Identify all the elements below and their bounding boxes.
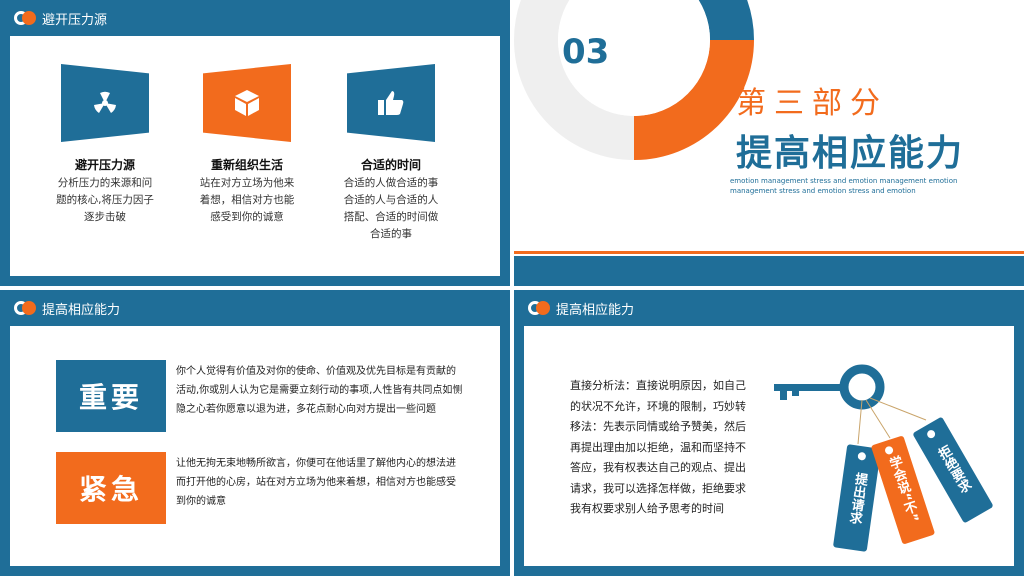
card-title: 合适的时间 [360, 158, 421, 172]
logo-icon [528, 300, 550, 316]
refusal-text: 直接分析法：直接说明原因，如自己的状况不允许，环境的限制，巧妙转移法：先表示同情… [570, 379, 746, 515]
card-title: 重新组织生活 [210, 158, 283, 172]
cube-icon [235, 90, 259, 116]
slide-avoid-stress[interactable]: 避开压力源 避开压力源 分析压力的来源和问题的核心,将压力因子逐步击破 重新组织… [0, 0, 510, 286]
card-avoid-stress: 避开压力源 分析压力的来源和问题的核心,将压力因子逐步击破 [30, 64, 180, 226]
important-text: 你个人觉得有价值及对你的使命、价值观及优先目标是有贡献的活动,你或别人认为它是需… [176, 366, 463, 415]
slide-header: 提高相应能力 [14, 298, 120, 318]
footer-bar [514, 256, 1024, 286]
slide-header: 提高相应能力 [528, 298, 634, 318]
card-reorganize-life: 重新组织生活 站在对方立场为他来着想，相信对方也能感受到你的诚意 [172, 64, 322, 226]
logo-icon [14, 10, 36, 26]
section-number: 03 [562, 32, 610, 72]
section-title: 提高相应能力 [736, 133, 965, 174]
logo-icon [14, 300, 36, 316]
slide-refusal-methods[interactable]: 提高相应能力 直接分析法：直接说明原因，如自己的状况不允许，环境的限制，巧妙转移… [514, 290, 1024, 576]
card-text: 合适的人做合适的事合适的人与合适的人搭配、合适的时间做合适的事 [343, 177, 439, 240]
slide-header: 避开压力源 [14, 8, 107, 28]
card-text: 站在对方立场为他来着想，相信对方也能感受到你的诚意 [199, 177, 295, 223]
header-title: 提高相应能力 [556, 302, 635, 318]
card-icon-block [347, 64, 435, 142]
card-icon-block [203, 64, 291, 142]
urgent-tag: 紧急 [56, 452, 166, 524]
section-subtitle-english: emotion management stress and emotion ma… [730, 177, 958, 195]
key-illustration: 提出请求 学会说“不” 拒绝要求 [770, 362, 1010, 562]
card-title: 避开压力源 [74, 158, 135, 172]
header-title: 避开压力源 [42, 12, 108, 28]
slide-section-cover[interactable]: 03 第三部分 提高相应能力 emotion management stress… [514, 0, 1024, 286]
content-panel: 直接分析法：直接说明原因，如自己的状况不允许，环境的限制，巧妙转移法：先表示同情… [524, 326, 1014, 566]
urgent-text: 让他无拘无束地畅所欲言，你便可在他话里了解他内心的想法进而打开他的心房，站在对方… [176, 458, 456, 507]
card-right-time: 合适的时间 合适的人做合适的事合适的人与合适的人搭配、合适的时间做合适的事 [316, 64, 466, 243]
radiation-icon [94, 91, 116, 113]
card-text: 分析压力的来源和问题的核心,将压力因子逐步击破 [56, 177, 154, 223]
section-part: 第三部分 [736, 86, 888, 121]
important-tag: 重要 [56, 360, 166, 432]
thumbs-up-icon [378, 91, 404, 115]
content-panel: 重要 你个人觉得有价值及对你的使命、价值观及优先目标是有贡献的活动,你或别人认为… [10, 326, 500, 566]
card-icon-block [61, 64, 149, 142]
header-title: 提高相应能力 [42, 302, 121, 318]
slide-important-urgent[interactable]: 提高相应能力 重要 你个人觉得有价值及对你的使命、价值观及优先目标是有贡献的活动… [0, 290, 510, 576]
content-panel: 避开压力源 分析压力的来源和问题的核心,将压力因子逐步击破 重新组织生活 站在对… [10, 36, 500, 276]
divider-orange [514, 251, 1024, 254]
